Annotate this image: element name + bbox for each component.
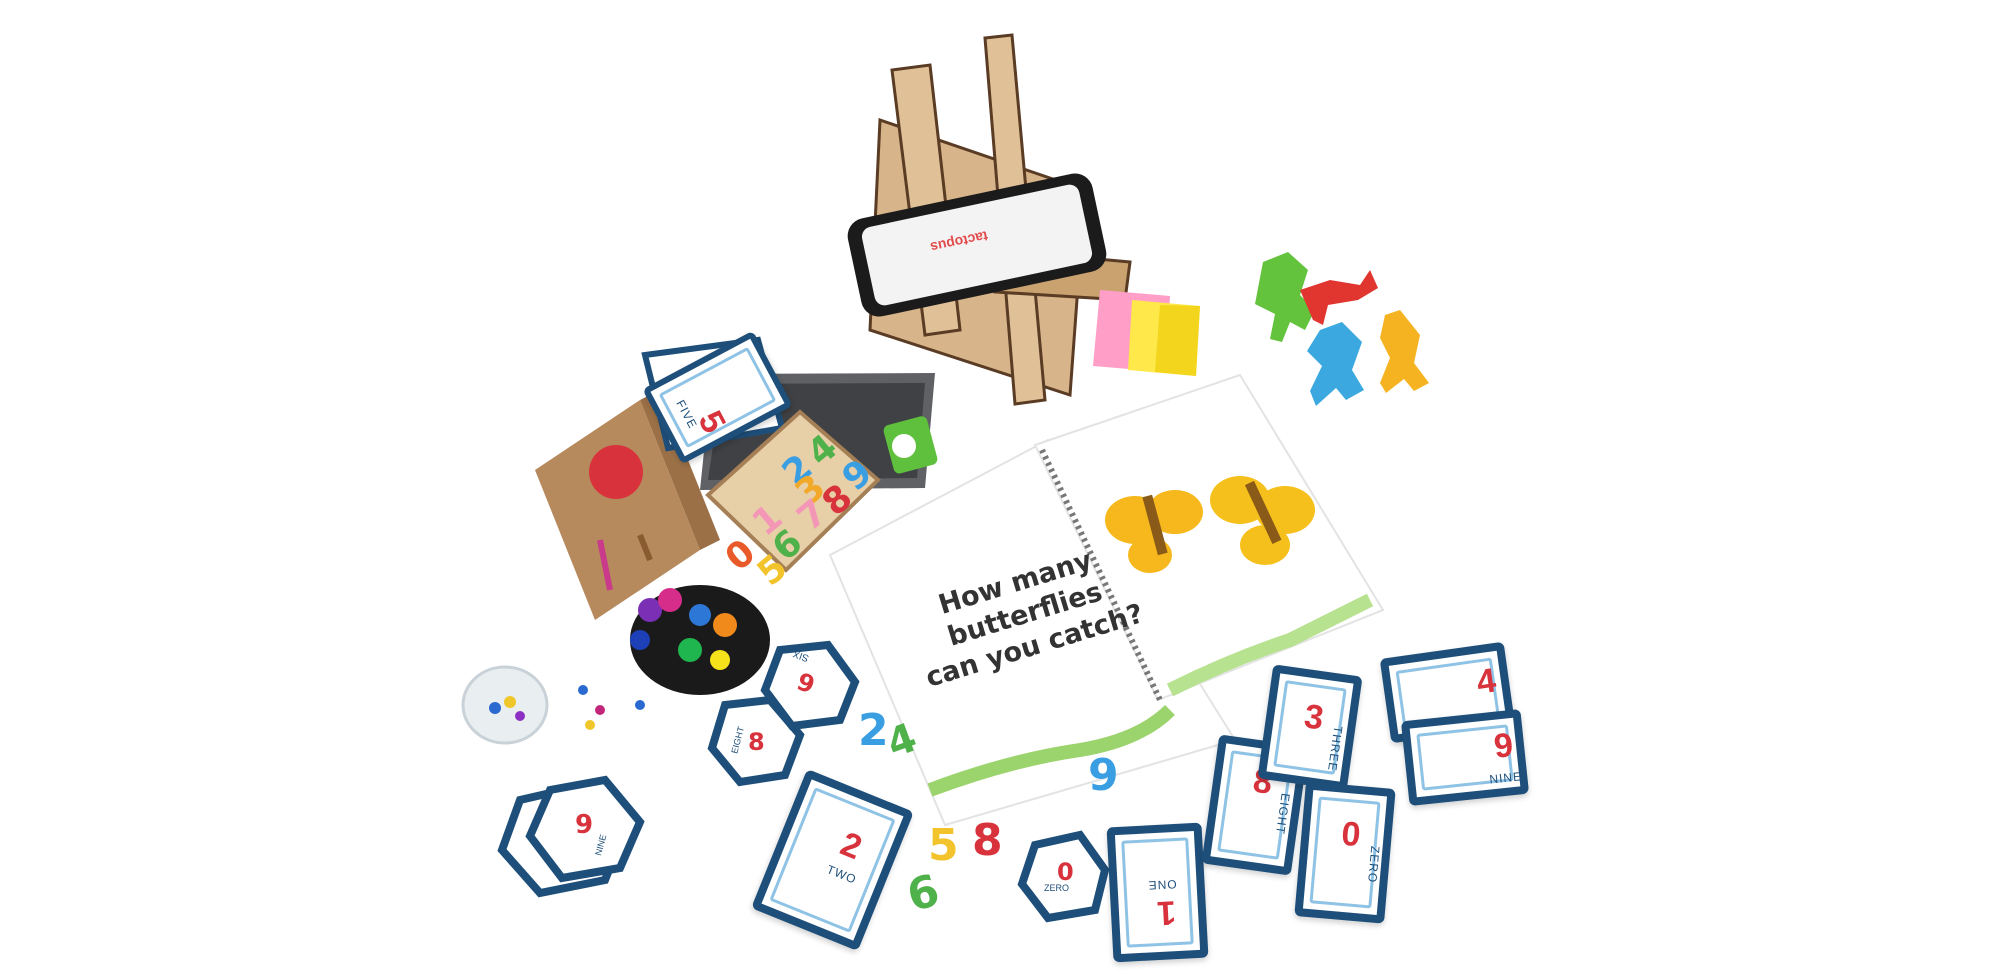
number-card-nine: 9 NINE xyxy=(1400,708,1530,807)
loose-wooden-number: 5 xyxy=(928,820,959,871)
card-number: 0 xyxy=(1339,814,1363,855)
card-number: 9 xyxy=(1492,726,1515,766)
hex-card-number: 9 xyxy=(575,810,594,840)
loose-wooden-number: 8 xyxy=(972,815,1003,866)
number-card-three: 3 THREE xyxy=(1257,664,1363,791)
hex-card-number: 0 xyxy=(1057,858,1074,886)
number-card-one: 1 ONE xyxy=(1106,822,1209,963)
number-card-zero: 0 ZERO xyxy=(1294,781,1396,924)
hex-card-number: 8 xyxy=(748,728,765,756)
hex-card-word: ZERO xyxy=(1044,883,1070,893)
card-number: 4 xyxy=(1474,661,1499,702)
card-word: ONE xyxy=(1147,876,1177,893)
card-number: 1 xyxy=(1156,893,1177,933)
loose-wooden-number: 9 xyxy=(1088,750,1119,801)
card-word: ZERO xyxy=(1365,845,1383,884)
card-word: NINE xyxy=(1488,769,1523,787)
